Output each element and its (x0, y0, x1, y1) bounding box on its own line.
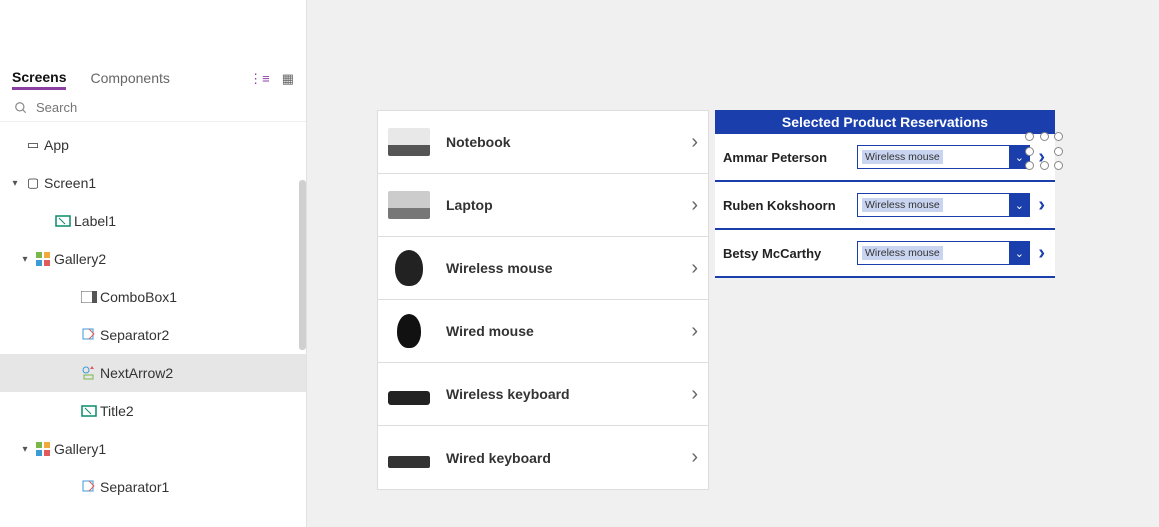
product-combobox[interactable]: Wireless mouse ⌄ (857, 193, 1030, 217)
product-name: Laptop (446, 197, 675, 213)
product-row[interactable]: Laptop › (378, 174, 708, 237)
product-row[interactable]: Notebook › (378, 111, 708, 174)
chevron-down-icon[interactable]: ⌄ (1009, 146, 1029, 168)
product-name: Notebook (446, 134, 675, 150)
canvas[interactable]: Notebook›Laptop›Wireless mouse›Wired mou… (307, 0, 1159, 527)
gallery-icon (35, 441, 51, 457)
icon-control-icon (81, 365, 97, 381)
reservation-row[interactable]: Ammar Peterson Wireless mouse ⌄ › (715, 134, 1055, 182)
chevron-right-icon[interactable]: › (691, 257, 698, 280)
chevron-right-icon[interactable]: › (691, 383, 698, 406)
next-arrow-icon[interactable]: › (1036, 146, 1047, 169)
tab-components[interactable]: Components (90, 70, 169, 88)
tree-label: Screen1 (44, 175, 96, 191)
gallery2-reservations[interactable]: Selected Product Reservations Ammar Pete… (715, 110, 1055, 278)
tree-label: Title2 (100, 403, 134, 419)
tree-label: App (44, 137, 69, 153)
reservation-name: Ruben Kokshoorn (723, 198, 851, 213)
tree-item-separator2[interactable]: Separator2 (0, 316, 306, 354)
product-name: Wireless keyboard (446, 386, 675, 402)
search-icon (14, 101, 28, 115)
tree-item-label1[interactable]: Label1 (0, 202, 306, 240)
reservation-name: Betsy McCarthy (723, 246, 851, 261)
product-combobox[interactable]: Wireless mouse ⌄ (857, 241, 1030, 265)
product-row[interactable]: Wireless keyboard › (378, 363, 708, 426)
gallery-icon (35, 251, 51, 267)
tree-item-combobox1[interactable]: ComboBox1 (0, 278, 306, 316)
chevron-down-icon[interactable]: ⌄ (1009, 242, 1029, 264)
product-image (388, 391, 430, 405)
product-image (388, 456, 430, 468)
combobox-selected: Wireless mouse (862, 150, 943, 164)
reservation-row[interactable]: Betsy McCarthy Wireless mouse ⌄ › (715, 230, 1055, 278)
tree-item-gallery2[interactable]: ▾Gallery2 (0, 240, 306, 278)
product-row[interactable]: Wireless mouse › (378, 237, 708, 300)
tree-item-nextarrow2[interactable]: NextArrow2 (0, 354, 306, 392)
tree-item-screen1[interactable]: ▾▢Screen1 (0, 164, 306, 202)
product-image (395, 250, 423, 286)
chevron-down-icon[interactable]: ⌄ (1009, 194, 1029, 216)
product-name: Wired keyboard (446, 450, 675, 466)
tree-view-pane: Screens Components ⋮≡ ▦ ▭App ▾▢Screen1 L… (0, 0, 307, 527)
tree-label: Label1 (74, 213, 116, 229)
tab-screens[interactable]: Screens (12, 69, 66, 90)
tree-label: Gallery1 (54, 441, 106, 457)
product-row[interactable]: Wired keyboard › (378, 426, 708, 489)
chevron-right-icon[interactable]: › (691, 131, 698, 154)
label-icon (81, 403, 97, 419)
product-row[interactable]: Wired mouse › (378, 300, 708, 363)
separator-icon (81, 328, 97, 342)
chevron-right-icon[interactable]: › (691, 320, 698, 343)
tree-label: Separator2 (100, 327, 169, 343)
tree-item-separator1[interactable]: Separator1 (0, 468, 306, 506)
reservation-row[interactable]: Ruben Kokshoorn Wireless mouse ⌄ › (715, 182, 1055, 230)
combobox-icon (81, 291, 97, 303)
product-image (388, 191, 430, 219)
tree-label: Separator1 (100, 479, 169, 495)
label-icon (55, 213, 71, 229)
reservation-name: Ammar Peterson (723, 150, 851, 165)
tree-item-app[interactable]: ▭App (0, 126, 306, 164)
chevron-right-icon[interactable]: › (691, 446, 698, 469)
combobox-selected: Wireless mouse (862, 246, 943, 260)
product-image (388, 128, 430, 156)
search-input[interactable] (36, 100, 292, 115)
gallery1-products[interactable]: Notebook›Laptop›Wireless mouse›Wired mou… (377, 110, 709, 490)
tree-collapse-icon[interactable]: ⋮≡ (249, 71, 270, 87)
tree-label: NextArrow2 (100, 365, 173, 381)
product-name: Wireless mouse (446, 260, 675, 276)
product-name: Wired mouse (446, 323, 675, 339)
grid-view-icon[interactable]: ▦ (282, 71, 294, 87)
reservations-header: Selected Product Reservations (715, 110, 1055, 134)
combobox-selected: Wireless mouse (862, 198, 943, 212)
tree-item-title2[interactable]: Title2 (0, 392, 306, 430)
product-combobox[interactable]: Wireless mouse ⌄ (857, 145, 1030, 169)
tree-label: Gallery2 (54, 251, 106, 267)
next-arrow-icon[interactable]: › (1036, 242, 1047, 265)
tree-search[interactable] (0, 94, 306, 122)
scrollbar[interactable] (299, 180, 306, 350)
product-image (397, 314, 421, 348)
next-arrow-icon[interactable]: › (1036, 194, 1047, 217)
separator-icon (81, 480, 97, 494)
chevron-right-icon[interactable]: › (691, 194, 698, 217)
tree-label: ComboBox1 (100, 289, 177, 305)
tree-item-gallery1[interactable]: ▾Gallery1 (0, 430, 306, 468)
